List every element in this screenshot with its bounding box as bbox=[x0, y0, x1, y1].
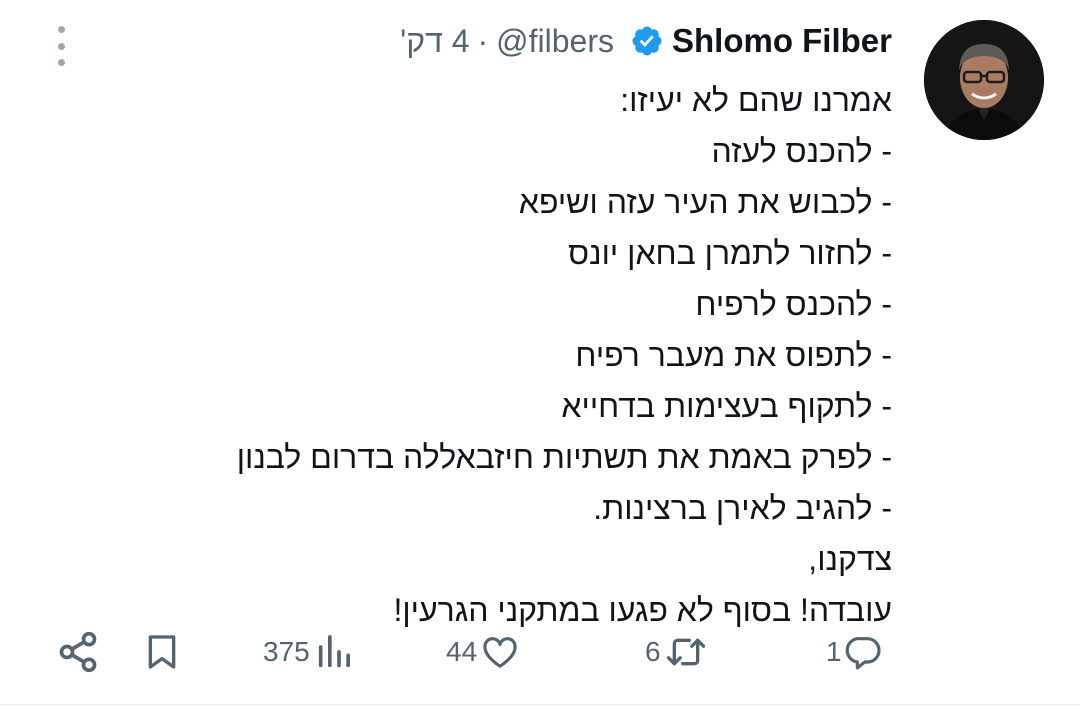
tweet-line: - לתפוס את מעבר רפיח bbox=[575, 337, 892, 373]
retweet-icon bbox=[666, 638, 705, 666]
tweet-line: - לפרק באמת את תשתיות חיזבאללה בדרום לבנ… bbox=[236, 439, 892, 475]
tweet-line: אמרנו שהם לא יעיזו: bbox=[620, 82, 892, 118]
tweet-line: - לתקוף בעצימות בדחייא bbox=[561, 388, 892, 424]
retweet-button[interactable]: 6 bbox=[645, 628, 709, 676]
tweet-header: Shlomo Filber @filbers · 4 דק' bbox=[400, 18, 892, 64]
more-vertical-icon bbox=[57, 26, 65, 33]
like-icon bbox=[483, 637, 517, 668]
action-bar: 1 6 44 375 bbox=[0, 628, 1080, 676]
views-button[interactable]: 375 bbox=[263, 628, 354, 676]
tweet-line: - לכבוש את העיר עזה ושיפא bbox=[518, 184, 892, 220]
tweet-line: - להכנס לעזה bbox=[711, 133, 892, 169]
retweet-count: 6 bbox=[645, 636, 661, 667]
tweet-line: - להכנס לרפיח bbox=[695, 286, 892, 322]
more-options-button[interactable] bbox=[48, 26, 74, 66]
avatar-image bbox=[924, 20, 1044, 140]
tweet-line: - להגיב לאירן ברצינות. bbox=[593, 490, 892, 526]
like-button[interactable]: 44 bbox=[446, 628, 521, 676]
share-button[interactable] bbox=[56, 628, 100, 676]
views-icon bbox=[318, 635, 350, 668]
bookmark-button[interactable] bbox=[142, 628, 182, 676]
avatar[interactable] bbox=[924, 20, 1044, 140]
views-count: 375 bbox=[263, 636, 310, 667]
reply-icon bbox=[845, 637, 881, 670]
tweet-line: צדקנו, bbox=[808, 541, 892, 577]
tweet-line: - לחזור לתמרן בחאן יונס bbox=[568, 235, 892, 271]
separator-dot: · bbox=[477, 22, 489, 59]
author-handle[interactable]: @filbers bbox=[496, 23, 614, 60]
author-name[interactable]: Shlomo Filber bbox=[672, 22, 892, 60]
timestamp[interactable]: 4 דק' bbox=[400, 23, 469, 60]
divider bbox=[0, 704, 1080, 705]
share-icon bbox=[59, 631, 97, 673]
reply-button[interactable]: 1 bbox=[826, 628, 884, 676]
reply-count: 1 bbox=[826, 636, 842, 667]
verified-badge-icon bbox=[632, 26, 662, 56]
bookmark-icon bbox=[148, 635, 176, 669]
like-count: 44 bbox=[446, 636, 478, 667]
tweet-text: אמרנו שהם לא יעיזו: - להכנס לעזה - לכבוש… bbox=[132, 75, 892, 636]
